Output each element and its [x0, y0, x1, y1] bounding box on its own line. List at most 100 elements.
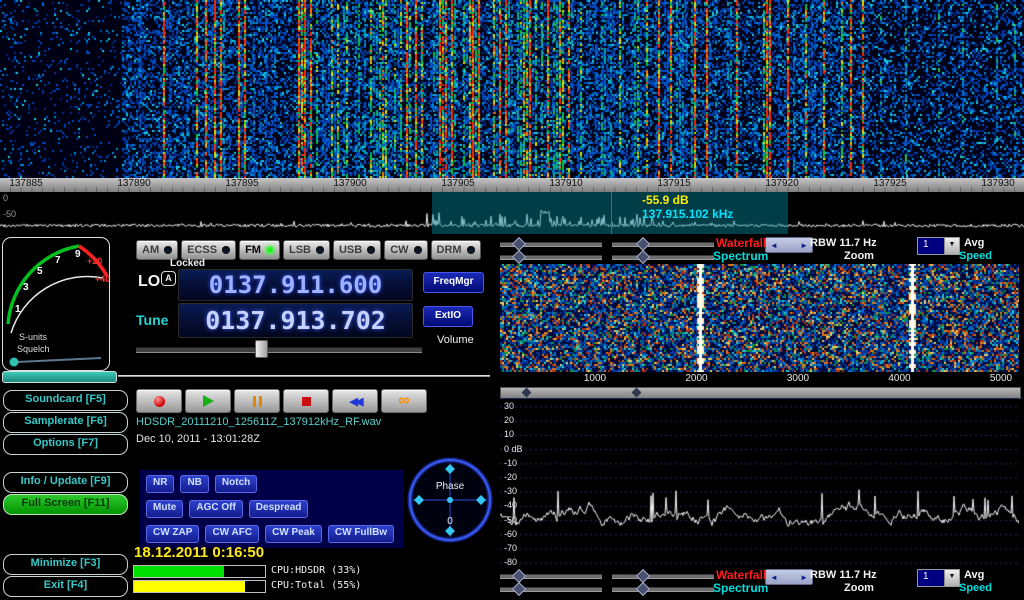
main-waterfall-display[interactable] [0, 0, 1024, 178]
tune-frequency-display[interactable]: 0137.913.702 [178, 303, 413, 338]
mode-button-fm[interactable]: FM [239, 240, 280, 260]
frequency-ruler[interactable]: 1378851378901378951379001379051379101379… [0, 178, 1024, 192]
arrow-left-icon[interactable]: ◄ [770, 241, 778, 250]
lo-a-badge[interactable]: A [161, 271, 176, 286]
squelch-level-bar[interactable] [2, 371, 117, 383]
freq-tick-label: 137910 [541, 178, 591, 189]
volume-label: Volume [437, 334, 474, 346]
scroll-handle[interactable] [522, 388, 532, 398]
slider-thumb[interactable] [636, 582, 650, 596]
waterfall-label[interactable]: Waterfall [716, 236, 766, 250]
record-button[interactable] [136, 389, 182, 413]
stop-button[interactable] [283, 389, 329, 413]
phase-value: 0 [447, 516, 453, 527]
audio-freq-tick-label: 1000 [575, 373, 615, 384]
zoom-label: Zoom [844, 250, 874, 262]
passband-highlight[interactable] [432, 192, 788, 234]
chevron-down-icon[interactable]: ▼ [944, 570, 959, 586]
freq-tick-label: 137930 [973, 178, 1023, 189]
cw-afc-button[interactable]: CW AFC [205, 525, 259, 543]
zoom-slider[interactable] [500, 252, 602, 261]
spectrum-label[interactable]: Spectrum [713, 249, 768, 263]
meter-tick: 5 [37, 266, 43, 277]
mode-button-lsb[interactable]: LSB [283, 240, 330, 260]
mode-button-ecss[interactable]: ECSS [181, 240, 236, 260]
avg-select[interactable]: 1 ▼ [917, 569, 960, 587]
cw-peak-button[interactable]: CW Peak [265, 525, 322, 543]
options-f7-button[interactable]: Options [F7] [3, 434, 128, 455]
info-update-f9-button[interactable]: Info / Update [F9] [3, 472, 128, 493]
mode-label: CW [390, 244, 408, 256]
speed-label: Speed [959, 250, 992, 262]
brightness-slider[interactable] [612, 571, 714, 580]
main-spectrum-strip[interactable]: 0 -50 -55.9 dB 137.915.102 kHz [0, 192, 1024, 234]
cpu-hdsdr-label: CPU:HDSDR (33%) [271, 565, 361, 576]
minimize-f3-button[interactable]: Minimize [F3] [3, 554, 128, 575]
db-tick-label: 30 [504, 401, 514, 411]
audio-spectrum-trace[interactable] [500, 399, 1019, 567]
s-units-label: S-units [19, 332, 48, 342]
pause-button[interactable] [234, 389, 280, 413]
slider-thumb[interactable] [636, 250, 650, 264]
exit-f4-button[interactable]: Exit [F4] [3, 576, 128, 597]
lo-label: LO [138, 273, 160, 291]
mode-label: USB [339, 244, 362, 256]
zoom-slider[interactable] [500, 584, 602, 593]
spectrum-controls-top: Waterfall Spectrum ◄► RBW 11.7 Hz Zoom 1… [494, 236, 1024, 265]
samplerate-f6-button[interactable]: Samplerate [F6] [3, 412, 128, 433]
play-icon [203, 395, 214, 407]
avg-select[interactable]: 1 ▼ [917, 237, 960, 255]
rewind-button[interactable]: ◀◀ [332, 389, 378, 413]
db-tick-label: 20 [504, 415, 514, 425]
mode-button-drm[interactable]: DRM [431, 240, 481, 260]
mode-button-cw[interactable]: CW [384, 240, 427, 260]
contrast-slider[interactable] [500, 571, 602, 580]
meter-tick: 1 [15, 304, 21, 315]
speed-slider[interactable] [612, 252, 714, 261]
arrow-right-icon[interactable]: ► [800, 573, 808, 582]
waterfall-label[interactable]: Waterfall [716, 568, 766, 582]
shift-arrows-button[interactable]: ◄► [765, 237, 813, 253]
extio-button[interactable]: ExtIO [423, 306, 473, 327]
freq-tick-label: 137900 [325, 178, 375, 189]
play-button[interactable] [185, 389, 231, 413]
despread-button[interactable]: Despread [249, 500, 309, 518]
full-screen-f11-button[interactable]: Full Screen [F11] [3, 494, 128, 515]
slider-thumb[interactable] [512, 582, 526, 596]
phase-dial[interactable]: Phase 0 [406, 456, 494, 544]
notch-button[interactable]: Notch [215, 475, 257, 493]
volume-slider-thumb[interactable] [255, 340, 268, 358]
arrow-left-icon[interactable]: ◄ [770, 573, 778, 582]
playback-position-track[interactable] [118, 375, 490, 377]
nb-button[interactable]: NB [180, 475, 208, 493]
mode-button-usb[interactable]: USB [333, 240, 381, 260]
cursor-freq-value: 137.915.102 kHz [642, 207, 733, 221]
freqmgr-button[interactable]: FreqMgr [423, 272, 484, 293]
lo-frequency-display[interactable]: 0137.911.600 [178, 269, 413, 301]
cw-fullbw-button[interactable]: CW FullBw [328, 525, 394, 543]
brightness-slider[interactable] [612, 239, 714, 248]
tune-label: Tune [136, 312, 168, 328]
mode-button-row: AMECSSFMLSB USB CW DRM [136, 240, 481, 260]
scroll-handle[interactable] [632, 388, 642, 398]
contrast-slider[interactable] [500, 239, 602, 248]
volume-slider-track[interactable] [136, 347, 422, 353]
db-scale-hi: 0 [3, 193, 8, 203]
loop-button[interactable]: ∞ [381, 389, 427, 413]
speed-slider[interactable] [612, 584, 714, 593]
agc-off-button[interactable]: AGC Off [189, 500, 242, 518]
spectrum-label[interactable]: Spectrum [713, 581, 768, 595]
cw-zap-button[interactable]: CW ZAP [146, 525, 199, 543]
cpu-hdsdr-bar [133, 565, 266, 578]
mode-button-am[interactable]: AM [136, 240, 178, 260]
audio-waterfall-display[interactable] [500, 264, 1019, 372]
meter-tick: 7 [55, 255, 61, 266]
audio-spectrum-display[interactable]: 3020100 dB-10-20-30-40-50-60-70-80 [500, 398, 1019, 567]
slider-thumb[interactable] [512, 250, 526, 264]
chevron-down-icon[interactable]: ▼ [944, 238, 959, 254]
mute-button[interactable]: Mute [146, 500, 183, 518]
arrow-right-icon[interactable]: ► [800, 241, 808, 250]
nr-button[interactable]: NR [146, 475, 174, 493]
soundcard-f5-button[interactable]: Soundcard [F5] [3, 390, 128, 411]
shift-arrows-button[interactable]: ◄► [765, 569, 813, 585]
